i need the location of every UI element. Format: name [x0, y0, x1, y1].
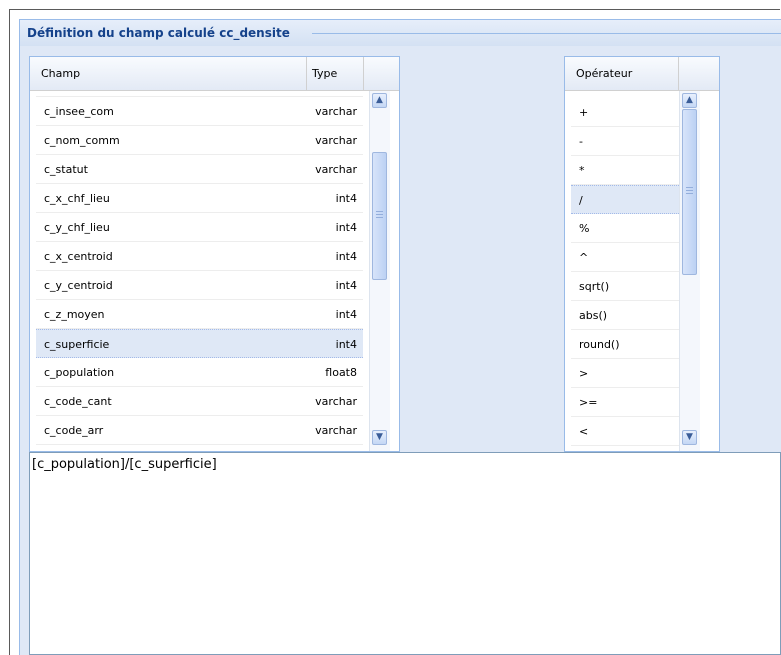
scroll-down-arrow-icon[interactable]: ▼	[682, 430, 697, 445]
operator-label: round()	[579, 338, 620, 351]
field-row[interactable]: c_code_cant varchar	[36, 387, 363, 416]
scroll-grip-line	[376, 214, 383, 215]
formula-value: [c_population]/[c_superficie]	[32, 457, 217, 472]
fields-grid-body: c_insee_dep c_insee_comvarcharc_nom_comm…	[30, 91, 363, 451]
scroll-thumb[interactable]	[372, 152, 387, 280]
field-row[interactable]: c_x_centroid int4	[36, 242, 363, 271]
operator-label: >	[579, 367, 589, 380]
operators-grid[interactable]: Opérateur + - * /% ^ sqrt() abs() round() > >= < ▲…	[564, 56, 720, 452]
operators-grid-header: Opérateur	[565, 57, 719, 91]
operator-row[interactable]: >=	[571, 388, 679, 417]
operator-row[interactable]: -	[571, 127, 679, 156]
field-type: int4	[335, 279, 357, 292]
field-row[interactable]: c_insee_com varchar	[36, 97, 363, 126]
field-name: c_y_chf_lieu	[44, 221, 110, 234]
scroll-thumb[interactable]	[682, 109, 697, 275]
formula-textarea[interactable]: [c_population]/[c_superficie]	[29, 452, 781, 655]
operator-row[interactable]: %	[571, 214, 679, 243]
field-row[interactable]: c_superficie int4	[36, 329, 363, 358]
field-name: c_statut	[44, 163, 88, 176]
operator-row[interactable]: round()	[571, 330, 679, 359]
header-divider	[312, 33, 781, 34]
scroll-grip-icon	[686, 187, 693, 188]
operator-label: -	[579, 135, 583, 148]
scroll-grip-line	[376, 217, 383, 218]
operator-label: *	[579, 164, 585, 177]
scroll-grip-line	[686, 190, 693, 191]
operator-label: %	[579, 222, 590, 235]
operator-row[interactable]: /	[571, 185, 679, 214]
operator-label: sqrt()	[579, 280, 610, 293]
field-row[interactable]: c_y_chf_lieu int4	[36, 213, 363, 242]
operator-row[interactable]: abs()	[571, 301, 679, 330]
operator-label: >=	[579, 396, 598, 409]
panel-title: Définition du champ calculé cc_densite	[27, 26, 290, 40]
field-type: int4	[335, 250, 357, 263]
field-row[interactable]: c_nom_comm varchar	[36, 126, 363, 155]
scroll-up-arrow-icon[interactable]: ▲	[372, 93, 387, 108]
operator-row[interactable]: >	[571, 359, 679, 388]
field-row[interactable]: c_code_arr varchar	[36, 416, 363, 445]
field-type: int4	[335, 221, 357, 234]
field-name: c_code_arr	[44, 424, 104, 437]
field-type: varchar	[315, 163, 357, 176]
panel-header: Définition du champ calculé cc_densite	[20, 20, 781, 46]
operator-row[interactable]: sqrt()	[571, 272, 679, 301]
field-name: c_x_chf_lieu	[44, 192, 110, 205]
operator-row[interactable]: +	[571, 98, 679, 127]
operator-row[interactable]: *	[571, 156, 679, 185]
field-row[interactable]: c_x_chf_lieu int4	[36, 184, 363, 213]
field-type: varchar	[315, 105, 357, 118]
operator-label: +	[579, 106, 589, 119]
fields-grid-header: Champ Type	[30, 57, 399, 91]
field-type: varchar	[315, 395, 357, 408]
field-row[interactable]: c_y_centroid int4	[36, 271, 363, 300]
field-name: c_superficie	[44, 338, 110, 351]
operators-grid-body: + - * /% ^ sqrt() abs() round() > >= <	[565, 91, 679, 451]
field-type: int4	[335, 192, 357, 205]
scroll-grip-icon	[376, 211, 383, 212]
operator-label: <	[579, 425, 589, 438]
fields-grid-scrollbar[interactable]: ▲ ▼	[369, 91, 390, 451]
field-type: float8	[325, 366, 357, 379]
field-name: c_insee_com	[44, 105, 114, 118]
field-type: int4	[335, 308, 357, 321]
operator-label: /	[579, 194, 583, 207]
operator-label: ^	[579, 251, 589, 264]
column-header-operateur[interactable]: Opérateur	[571, 57, 679, 90]
field-row[interactable]: c_z_moyen int4	[36, 300, 363, 329]
field-row[interactable]: c_statut varchar	[36, 155, 363, 184]
field-name: c_z_moyen	[44, 308, 105, 321]
field-name: c_nom_comm	[44, 134, 120, 147]
fields-grid[interactable]: Champ Type c_insee_dep c_insee_comvarcha…	[29, 56, 400, 452]
field-name: c_population	[44, 366, 115, 379]
scroll-up-arrow-icon[interactable]: ▲	[682, 93, 697, 108]
field-name: c_x_centroid	[44, 250, 113, 263]
field-type: varchar	[315, 424, 357, 437]
field-type: varchar	[315, 134, 357, 147]
scroll-down-arrow-icon[interactable]: ▼	[372, 430, 387, 445]
field-row[interactable]: c_population float8	[36, 358, 363, 387]
operator-label: abs()	[579, 309, 608, 322]
column-header-champ[interactable]: Champ	[36, 57, 307, 90]
field-type: int4	[335, 338, 357, 351]
operator-row[interactable]: ^	[571, 243, 679, 272]
field-name: c_y_centroid	[44, 279, 113, 292]
scroll-grip-line	[686, 193, 693, 194]
field-name: c_code_cant	[44, 395, 112, 408]
operator-row[interactable]: <	[571, 417, 679, 446]
column-header-type[interactable]: Type	[307, 57, 364, 90]
operators-grid-scrollbar[interactable]: ▲ ▼	[679, 91, 700, 451]
